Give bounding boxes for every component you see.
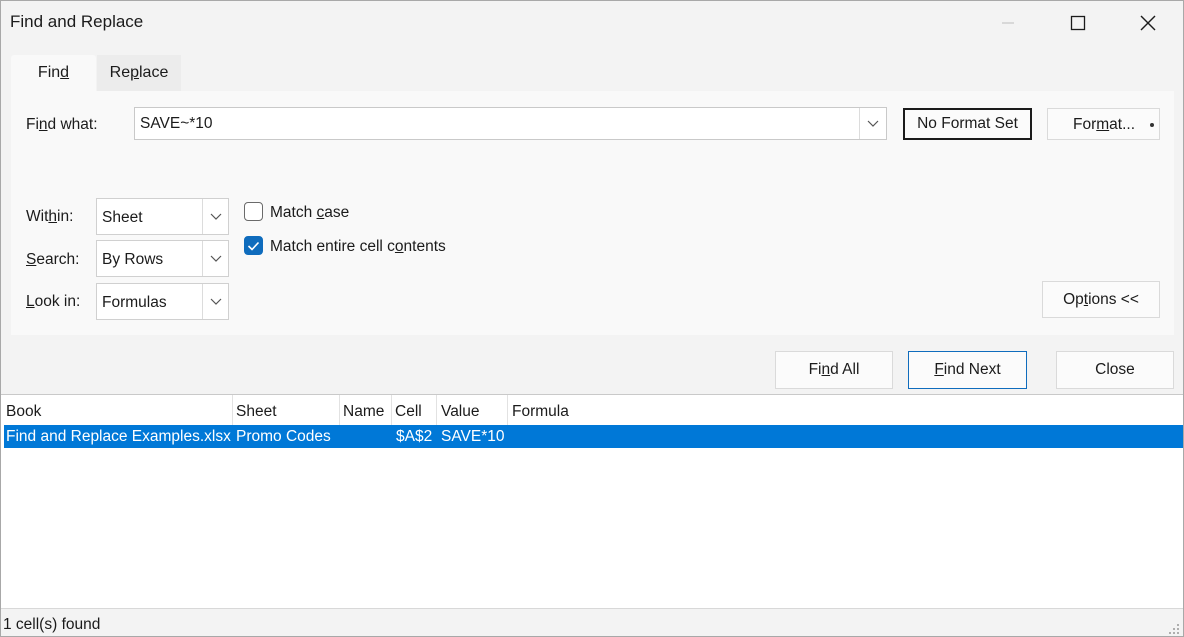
look-in-dropdown-button[interactable] (202, 284, 228, 319)
status-text: 1 cell(s) found (3, 616, 101, 633)
cell-address: $A$2 (396, 428, 433, 445)
search-dropdown-button[interactable] (202, 241, 228, 276)
tab-find-label: Find (37, 64, 70, 81)
chevron-down-icon (210, 255, 221, 262)
results-list[interactable]: Book Sheet Name Cell Value Formula Find … (1, 394, 1183, 609)
title-bar[interactable]: Find and Replace (1, 1, 1183, 45)
resize-grip-icon[interactable] (1168, 623, 1180, 635)
tab-replace-label: Replace (109, 64, 169, 81)
column-header-value[interactable]: Value (441, 403, 480, 421)
format-button-label: Format... (1073, 116, 1136, 133)
minimize-button (973, 1, 1043, 45)
column-divider[interactable] (436, 395, 437, 425)
column-header-book[interactable]: Book (6, 403, 41, 421)
match-entire-cell-label[interactable]: Match entire cell contents (270, 238, 446, 256)
cell-book: Find and Replace Examples.xlsx (6, 428, 231, 445)
tab-replace[interactable]: Replace (97, 55, 181, 91)
match-entire-cell-checkbox[interactable] (244, 236, 263, 255)
column-divider[interactable] (232, 395, 233, 425)
chevron-down-icon (210, 298, 221, 305)
status-bar: 1 cell(s) found (1, 608, 1183, 636)
format-button[interactable]: Format... (1047, 108, 1160, 140)
find-replace-dialog: Find and Replace Find Replace Find what:… (0, 0, 1184, 637)
chevron-down-icon (867, 120, 879, 127)
chevron-down-icon (210, 213, 221, 220)
options-button-label: Options << (1063, 290, 1139, 308)
column-divider[interactable] (507, 395, 508, 425)
minimize-icon (1002, 22, 1014, 24)
find-what-combobox[interactable]: SAVE~*10 (134, 107, 887, 140)
column-header-sheet[interactable]: Sheet (236, 403, 277, 421)
within-dropdown-button[interactable] (202, 199, 228, 234)
find-next-label: Find Next (934, 361, 1001, 378)
options-toggle-button[interactable]: Options << (1042, 281, 1160, 318)
cell-value: SAVE*10 (441, 428, 505, 445)
checkmark-icon (247, 241, 260, 251)
window-title: Find and Replace (10, 12, 144, 31)
find-next-button[interactable]: Find Next (908, 351, 1027, 389)
column-divider[interactable] (339, 395, 340, 425)
match-case-label[interactable]: Match case (270, 204, 349, 222)
table-row[interactable]: Find and Replace Examples.xlsx Promo Cod… (4, 425, 1183, 448)
find-what-dropdown-button[interactable] (859, 108, 886, 139)
column-divider[interactable] (391, 395, 392, 425)
dropdown-dot-icon (1150, 123, 1154, 127)
close-window-button[interactable] (1113, 1, 1183, 45)
look-in-value: Formulas (102, 294, 167, 311)
column-header-name[interactable]: Name (343, 403, 384, 421)
column-header-formula[interactable]: Formula (512, 403, 569, 421)
cell-sheet: Promo Codes (236, 428, 331, 445)
column-header-cell[interactable]: Cell (395, 403, 422, 421)
within-value: Sheet (102, 209, 143, 226)
search-label: Search: (26, 251, 80, 268)
within-select[interactable]: Sheet (96, 198, 229, 235)
look-in-label: Look in: (26, 293, 81, 310)
no-format-set-preview: No Format Set (903, 108, 1032, 140)
match-case-checkbox[interactable] (244, 202, 263, 221)
close-icon (1140, 15, 1156, 31)
maximize-button[interactable] (1043, 1, 1113, 45)
within-label: Within: (26, 208, 74, 225)
find-all-label: Find All (808, 361, 860, 378)
tab-find[interactable]: Find (11, 55, 96, 91)
look-in-select[interactable]: Formulas (96, 283, 229, 320)
search-select[interactable]: By Rows (96, 240, 229, 277)
search-value: By Rows (102, 251, 164, 268)
close-button[interactable]: Close (1056, 351, 1174, 389)
maximize-icon (1070, 15, 1086, 31)
find-what-label: Find what: (26, 116, 98, 133)
find-what-input[interactable]: SAVE~*10 (140, 115, 213, 133)
find-all-button[interactable]: Find All (775, 351, 893, 389)
